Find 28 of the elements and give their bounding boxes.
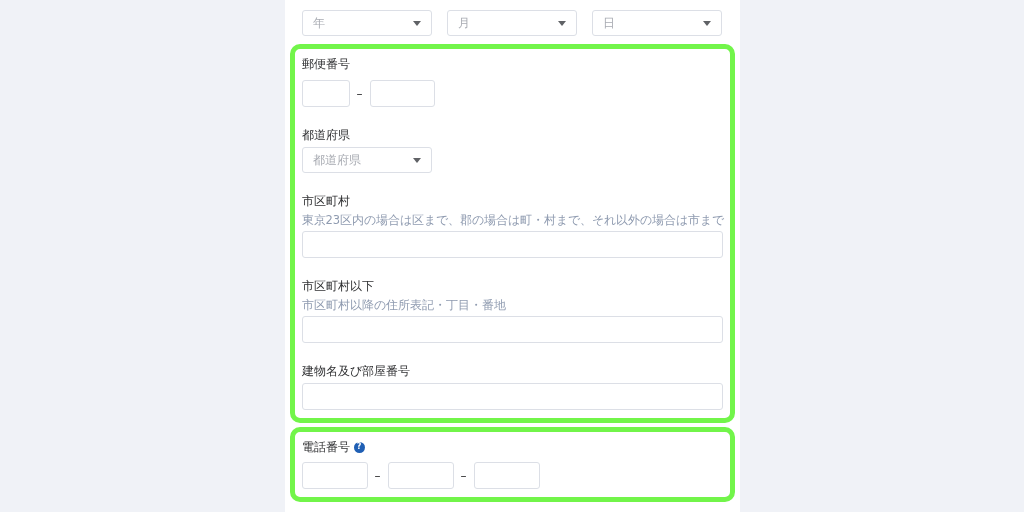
prefecture-select[interactable]: 都道府県	[301, 147, 432, 173]
caret-icon	[412, 20, 421, 26]
input-field[interactable]	[473, 462, 540, 489]
field-label: 電話番号	[301, 439, 350, 455]
date-select[interactable]: 日	[591, 10, 722, 36]
help-icon[interactable]: ?	[353, 441, 365, 453]
input-field[interactable]	[301, 231, 723, 258]
separator-dash: –	[356, 86, 363, 101]
caret-icon	[702, 20, 711, 26]
separator-dash: –	[460, 468, 467, 483]
field-label: 市区町村以下	[301, 278, 375, 294]
separator-dash: –	[374, 468, 381, 483]
caret-icon	[412, 157, 421, 163]
caret-icon	[557, 20, 566, 26]
input-field[interactable]	[301, 80, 350, 107]
input-field[interactable]	[387, 462, 454, 489]
field-hint: 市区町村以降の住所表記・丁目・番地	[301, 298, 507, 313]
field-label: 郵便番号	[301, 56, 351, 72]
field-hint: 東京23区内の場合は区まで、郡の場合は町・村まで、それ以外の場合は市まで	[301, 213, 723, 228]
input-field[interactable]	[301, 383, 723, 410]
field-label: 建物名及び部屋番号	[301, 363, 411, 379]
field-label: 都道府県	[301, 127, 351, 143]
input-field[interactable]	[301, 316, 723, 343]
date-select[interactable]: 月	[446, 10, 577, 36]
input-field[interactable]	[301, 462, 368, 489]
input-field[interactable]	[369, 80, 435, 107]
date-select[interactable]: 年	[301, 10, 432, 36]
field-label: 市区町村	[301, 193, 351, 209]
